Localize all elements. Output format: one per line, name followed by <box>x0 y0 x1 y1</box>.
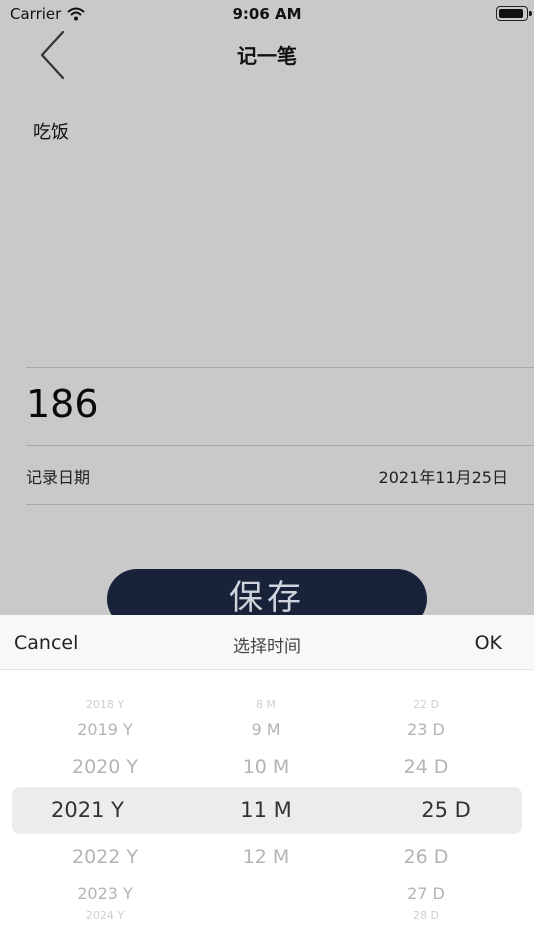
day-option[interactable]: 28 D <box>356 909 496 922</box>
date-row[interactable]: 记录日期 2021年11月25日 <box>26 460 508 492</box>
year-option[interactable]: 2024 Y <box>35 909 175 922</box>
divider <box>26 367 534 368</box>
day-option[interactable]: 22 D <box>356 698 496 711</box>
year-option[interactable]: 2020 Y <box>35 756 175 778</box>
date-label: 记录日期 <box>26 468 91 487</box>
month-option[interactable]: 12 M <box>196 846 336 868</box>
category-label: 吃饭 <box>33 122 69 143</box>
month-option[interactable]: 11 M <box>196 798 336 822</box>
month-option[interactable]: 8 M <box>196 698 336 711</box>
status-time: 9:06 AM <box>232 5 302 23</box>
day-option[interactable]: 27 D <box>356 884 496 903</box>
picker-toolbar: Cancel 选择时间 OK <box>0 615 534 670</box>
day-option[interactable]: 23 D <box>356 720 496 739</box>
battery-level <box>499 9 523 18</box>
page-title: 记一笔 <box>237 44 297 68</box>
month-option[interactable]: 9 M <box>196 720 336 739</box>
status-bar: Carrier 9:06 AM <box>0 0 534 28</box>
year-option[interactable]: 2019 Y <box>35 720 175 739</box>
year-option[interactable]: 2021 Y <box>35 798 140 822</box>
picker-body: 2018 Y 2019 Y 2020 Y 2021 Y 2022 Y 2023 Y 2024… <box>0 670 534 950</box>
year-option[interactable]: 2018 Y <box>35 698 175 711</box>
battery-icon <box>496 6 532 21</box>
picker-title: 选择时间 <box>233 637 301 657</box>
month-wheel[interactable]: 8 M 9 M 10 M 11 M 12 M <box>196 670 336 950</box>
year-wheel[interactable]: 2018 Y 2019 Y 2020 Y 2021 Y 2022 Y 2023 Y 2024… <box>35 670 175 950</box>
day-option[interactable]: 24 D <box>356 756 496 778</box>
year-option[interactable]: 2023 Y <box>35 884 175 903</box>
divider <box>26 445 534 446</box>
year-option[interactable]: 2022 Y <box>35 846 175 868</box>
day-wheel[interactable]: 22 D 23 D 24 D 25 D 26 D 27 D 28 D <box>356 670 496 950</box>
amount-field[interactable]: 186 <box>26 382 99 426</box>
day-option[interactable]: 25 D <box>356 798 534 822</box>
month-option[interactable]: 10 M <box>196 756 336 778</box>
divider <box>26 504 534 505</box>
picker-ok-button[interactable]: OK <box>475 632 502 654</box>
day-option[interactable]: 26 D <box>356 846 496 868</box>
date-value: 2021年11月25日 <box>378 468 508 487</box>
date-picker-sheet: Cancel 选择时间 OK 2018 Y 2019 Y 2020 Y 2021 Y2… <box>0 615 534 950</box>
